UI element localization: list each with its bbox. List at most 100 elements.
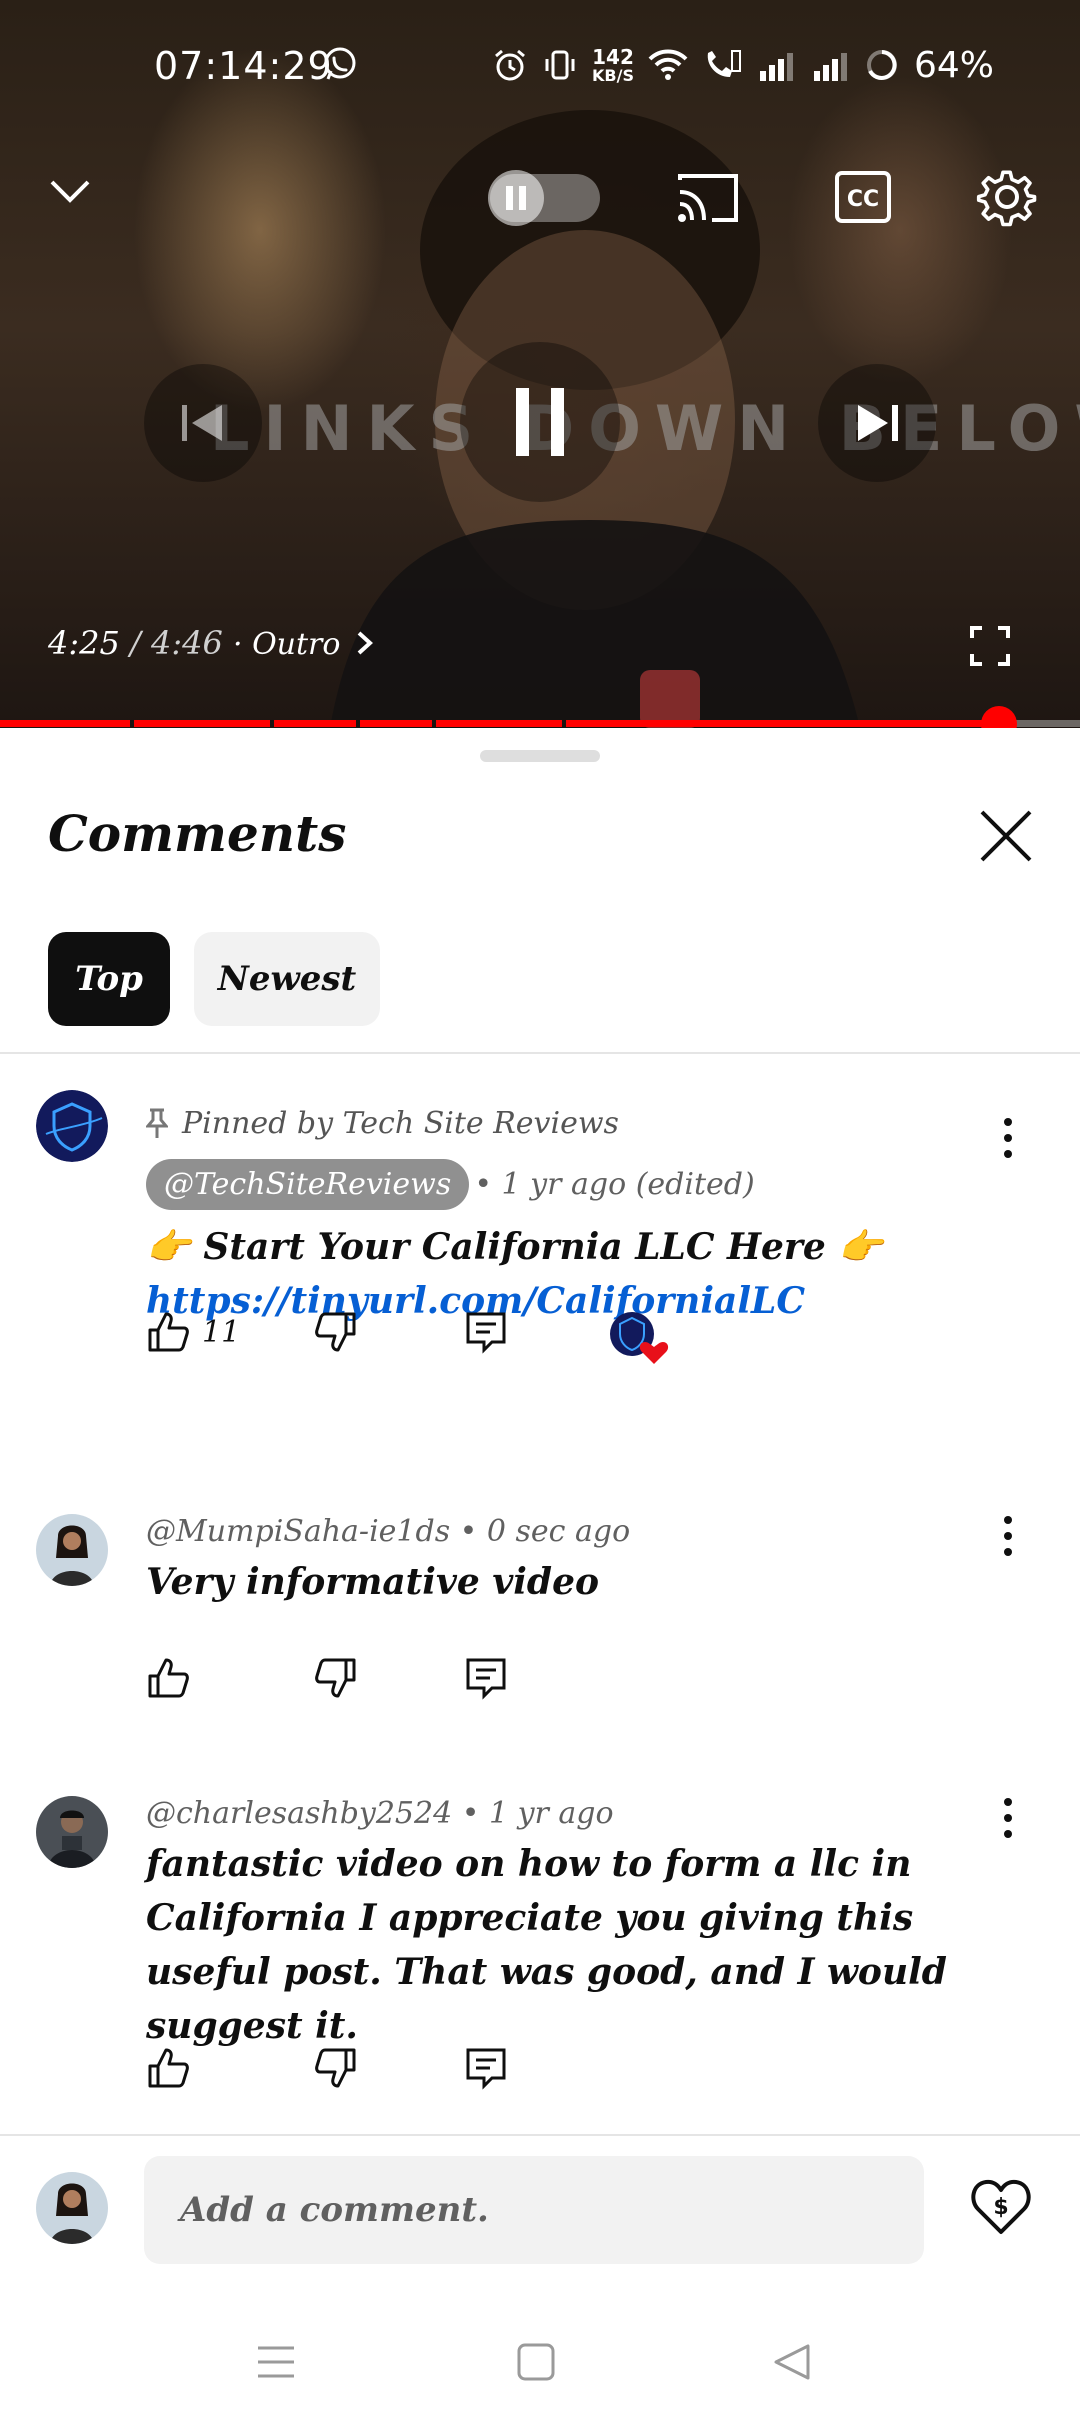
thumbs-up-icon [148, 1312, 189, 1352]
reply-comment-icon [466, 1658, 506, 1700]
filter-chip-top-label: Top [75, 959, 143, 999]
creator-heart-icon [610, 1312, 669, 1364]
like-button[interactable]: 11 [146, 1310, 240, 1354]
drag-handle[interactable] [480, 750, 600, 762]
time-current: 4:25 [48, 624, 120, 662]
channel-shield-avatar [36, 1090, 108, 1162]
reply-comment-icon [466, 1312, 506, 1354]
pause-icon [516, 388, 564, 456]
wifi-icon [648, 49, 688, 80]
avatar[interactable] [36, 1796, 108, 1868]
more-options-icon[interactable] [990, 1108, 1026, 1168]
reply-comment-icon [466, 2048, 506, 2090]
filter-chip-newest[interactable]: Newest [194, 932, 380, 1026]
reply-button[interactable] [464, 1310, 508, 1354]
system-nav-bar [0, 2300, 1080, 2412]
add-comment-bar: Add a comment. $ [0, 2136, 1080, 2276]
status-icons: 142 KB/S 64% [492, 40, 1080, 90]
like-count: 11 [202, 1314, 241, 1350]
user-avatar-charles [36, 1796, 108, 1868]
progress-bar[interactable] [0, 720, 1080, 727]
thumbs-down-icon [315, 1658, 356, 1698]
signal-sim2-icon [813, 53, 847, 81]
dislike-button[interactable] [314, 2046, 358, 2090]
menu-lines-icon[interactable] [256, 2342, 296, 2382]
more-options-icon[interactable] [990, 1506, 1026, 1566]
comment-actions [146, 2046, 546, 2102]
comment-text: Very informative video [146, 1561, 600, 1603]
progress-fill [0, 720, 999, 727]
reply-button[interactable] [464, 1656, 508, 1700]
add-comment-input[interactable]: Add a comment. [144, 2156, 924, 2264]
cast-icon[interactable] [676, 172, 740, 224]
comment-actions [146, 1656, 546, 1712]
play-pause-button[interactable] [460, 342, 620, 502]
avatar[interactable] [36, 1514, 108, 1586]
comment-text-line: 👉 Start Your California LLC Here 👉 [146, 1226, 884, 1268]
time-total: 4:46 [150, 624, 223, 662]
playback-time[interactable]: 4:25 / 4:46 · Outro [48, 624, 375, 662]
comment-item: @charlesashby2524 • 1 yr ago fantastic v… [0, 1796, 1080, 2126]
comment-body: @MumpiSaha-ie1ds • 0 sec ago Very inform… [146, 1514, 970, 1609]
previous-button[interactable] [144, 364, 262, 482]
status-bar: 07:14:29 142 KB/S 64% [0, 0, 1080, 120]
home-square-icon[interactable] [516, 2342, 556, 2382]
comment-item: @MumpiSaha-ie1ds • 0 sec ago Very inform… [0, 1514, 1080, 1734]
like-button[interactable] [146, 2046, 190, 2090]
chapter-marker [356, 720, 361, 727]
comment-body: Pinned by Tech Site Reviews @TechSiteRev… [146, 1106, 970, 1328]
fullscreen-icon[interactable] [970, 626, 1010, 666]
network-speed: 142 KB/S [592, 46, 634, 84]
chapter-marker [432, 720, 436, 727]
whatsapp-icon [324, 47, 356, 80]
like-button[interactable] [146, 1656, 190, 1700]
video-player[interactable]: 07:14:29 142 KB/S 64% CC LINKS DOWN BELO… [0, 0, 1080, 728]
time-separator: / [119, 624, 151, 662]
comment-item-pinned: Pinned by Tech Site Reviews @TechSiteRev… [0, 1090, 1080, 1420]
svg-text:CC: CC [847, 187, 879, 212]
network-speed-value: 142 [592, 45, 634, 69]
dislike-button[interactable] [314, 1310, 358, 1354]
captions-icon[interactable]: CC [834, 170, 892, 224]
filter-chip-newest-label: Newest [217, 959, 357, 999]
autoplay-knob [488, 170, 544, 226]
back-triangle-icon[interactable] [772, 2342, 812, 2382]
author-chip[interactable]: @TechSiteReviews [146, 1159, 470, 1210]
chapter-marker [561, 720, 566, 727]
pin-icon [146, 1108, 168, 1138]
chapter-label: · Outro [233, 627, 341, 662]
chapter-marker [129, 720, 134, 727]
filter-chip-top[interactable]: Top [48, 932, 170, 1026]
status-time: 07:14:29 [154, 44, 333, 88]
battery-percent: 64% [913, 44, 994, 86]
thumbs-down-icon [315, 2048, 356, 2088]
signal-sim1-icon [759, 53, 793, 81]
vibrate-icon [545, 50, 575, 80]
comment-header: @TechSiteReviews • 1 yr ago (edited) [146, 1159, 970, 1210]
user-avatar-self [36, 2172, 108, 2244]
next-button[interactable] [818, 364, 936, 482]
comments-title: Comments [48, 804, 347, 863]
pinned-by-text: Pinned by Tech Site Reviews [182, 1106, 619, 1141]
pause-small-icon [506, 186, 526, 210]
reply-button[interactable] [464, 2046, 508, 2090]
chevron-right-icon [357, 631, 373, 655]
minimize-chevron-icon[interactable] [46, 172, 94, 208]
super-thanks-heart-icon[interactable]: $ [970, 2176, 1032, 2236]
avatar[interactable] [36, 1090, 108, 1162]
pinned-label: Pinned by Tech Site Reviews [146, 1106, 970, 1141]
settings-gear-icon[interactable] [976, 166, 1038, 228]
wifi-calling-icon [707, 50, 741, 77]
skip-next-icon [858, 405, 898, 441]
comment-meta: @MumpiSaha-ie1ds • 0 sec ago [146, 1514, 631, 1549]
more-options-icon[interactable] [990, 1788, 1026, 1848]
thumbs-up-icon [148, 1658, 189, 1698]
svg-text:$: $ [993, 2195, 1008, 2220]
user-avatar-mumpi [36, 1514, 108, 1586]
close-icon[interactable] [976, 806, 1036, 866]
filters-divider [0, 1052, 1080, 1054]
current-user-avatar [36, 2172, 108, 2244]
skip-previous-icon [182, 405, 222, 441]
dislike-button[interactable] [314, 1656, 358, 1700]
autoplay-toggle[interactable] [488, 170, 600, 226]
